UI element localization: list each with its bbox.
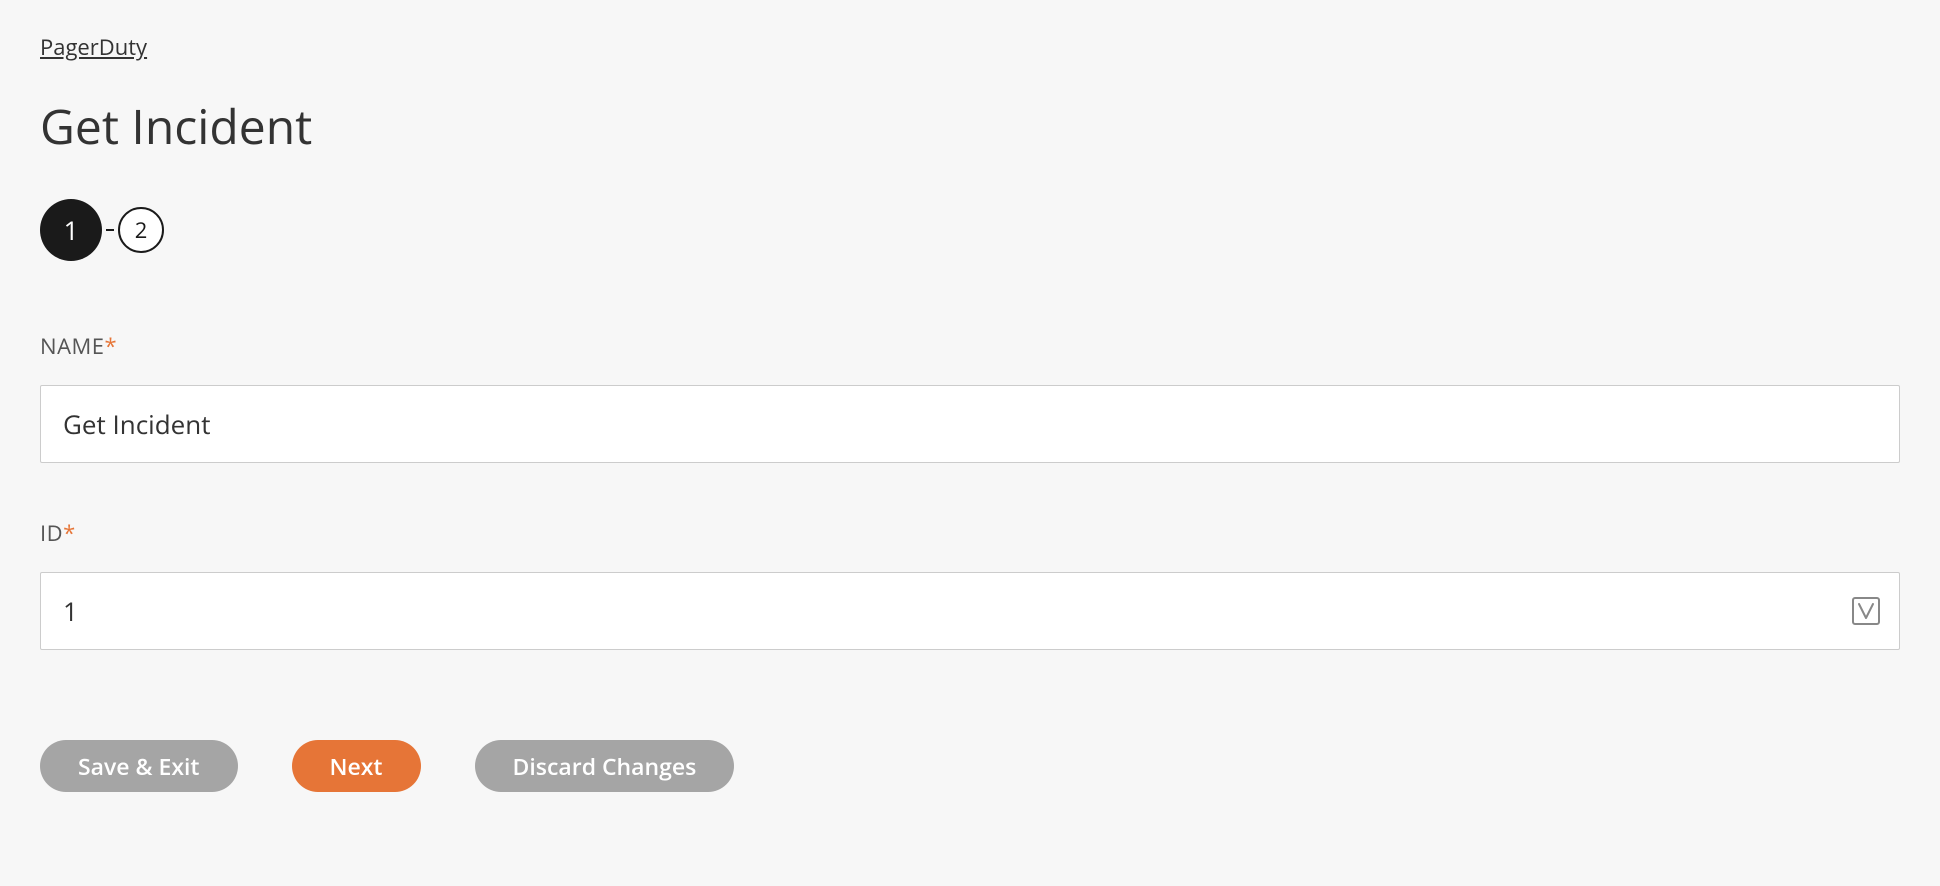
id-label-text: ID — [40, 518, 63, 548]
step-2[interactable]: 2 — [118, 207, 164, 253]
next-button[interactable]: Next — [292, 740, 421, 792]
id-label: ID* — [40, 518, 1900, 548]
id-input[interactable] — [40, 572, 1900, 650]
breadcrumb[interactable]: PagerDuty — [40, 32, 147, 62]
name-input[interactable] — [40, 385, 1900, 463]
name-label: NAME* — [40, 331, 1900, 361]
page-title: Get Incident — [40, 94, 1900, 159]
form-group-name: NAME* — [40, 331, 1900, 463]
step-connector — [106, 229, 114, 231]
variable-icon[interactable] — [1850, 595, 1882, 627]
stepper: 1 2 — [40, 199, 1900, 261]
name-label-text: NAME — [40, 331, 105, 361]
step-1[interactable]: 1 — [40, 199, 102, 261]
save-exit-button[interactable]: Save & Exit — [40, 740, 238, 792]
required-mark: * — [105, 331, 118, 361]
button-row: Save & Exit Next Discard Changes — [40, 740, 1900, 792]
required-mark: * — [63, 518, 76, 548]
discard-changes-button[interactable]: Discard Changes — [475, 740, 735, 792]
form-group-id: ID* — [40, 518, 1900, 650]
